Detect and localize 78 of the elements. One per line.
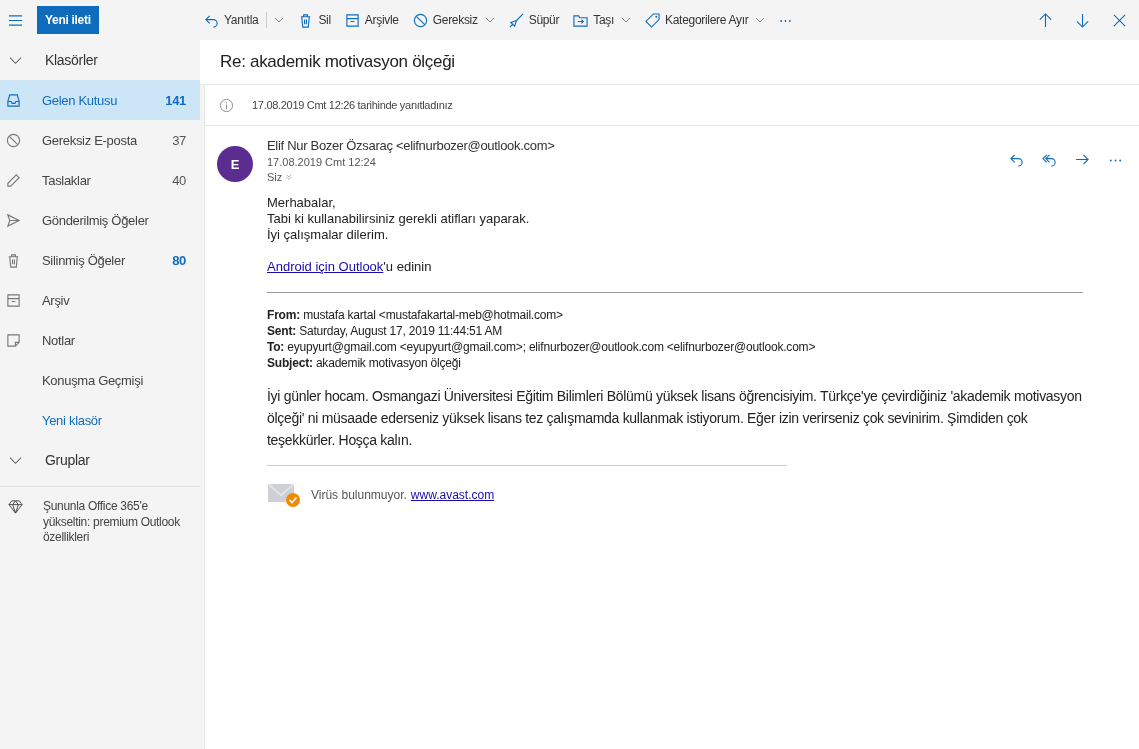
message-subject: Re: akademik motivasyon ölçeği bbox=[200, 40, 1139, 85]
diamond-icon bbox=[8, 499, 23, 514]
caret-icon[interactable] bbox=[484, 15, 495, 25]
unread-count: 141 bbox=[165, 92, 186, 108]
section-header[interactable]: Klasörler bbox=[45, 52, 98, 68]
caret-icon[interactable] bbox=[755, 15, 766, 25]
forward-icon[interactable] bbox=[1075, 152, 1090, 167]
send-icon bbox=[6, 212, 21, 228]
toolbar-button[interactable]: Gereksiz bbox=[412, 12, 495, 28]
body-line: Tabi ki kullanabilirsiniz gerekli atifları yaparak. bbox=[267, 211, 531, 227]
header-line: Subject: akademik motivasyon ölçeği bbox=[267, 355, 462, 371]
toolbar-button[interactable]: Yanıtla bbox=[204, 12, 285, 28]
folder-name: Notlar bbox=[42, 332, 76, 348]
sender-avatar: E bbox=[217, 146, 253, 182]
block-icon bbox=[6, 132, 21, 148]
menu-icon[interactable] bbox=[8, 12, 23, 28]
new-folder-link[interactable]: Yeni klasör bbox=[42, 412, 102, 428]
folder-name: Gelen Kutusu bbox=[42, 92, 119, 108]
trash-icon bbox=[6, 252, 21, 268]
upgrade-text[interactable]: Şununla Office 365'e yükseltin: premium Outlook özellikleri bbox=[43, 499, 192, 546]
down-arrow-icon[interactable] bbox=[1075, 12, 1090, 28]
pencil-icon bbox=[6, 172, 21, 188]
note-icon bbox=[6, 332, 21, 348]
virus-note: Virüs bulunmuyor. bbox=[311, 487, 407, 503]
header-line: Sent: Saturday, August 17, 2019 11:44:51 AM bbox=[267, 323, 504, 339]
section-header[interactable]: Gruplar bbox=[45, 452, 90, 468]
envelope-check-icon bbox=[267, 482, 301, 508]
recipient-label: Siz bbox=[267, 171, 283, 183]
folder-item[interactable]: Gönderilmiş Öğeler bbox=[0, 200, 200, 240]
caret-icon[interactable] bbox=[274, 15, 285, 25]
folder-name: Silinmiş Öğeler bbox=[42, 252, 126, 268]
toolbar-button[interactable]: Taşı bbox=[573, 12, 631, 28]
header-line: From: mustafa kartal <mustafakartal-meb@hotmail.com> bbox=[267, 307, 564, 323]
inbox-icon bbox=[6, 92, 21, 108]
folder-name: Taslaklar bbox=[42, 172, 92, 188]
message-date: 17.08.2019 Cmt 12:24 bbox=[267, 156, 377, 168]
toolbar-button[interactable]: Arşivle bbox=[344, 12, 399, 28]
unread-count: 40 bbox=[172, 172, 186, 188]
unread-count: 37 bbox=[172, 132, 186, 148]
folder-name: Konuşma Geçmişi bbox=[42, 372, 144, 388]
outlook-link[interactable]: Android için Outlook bbox=[267, 259, 384, 274]
folder-arrow-icon bbox=[573, 12, 589, 28]
archive-icon bbox=[6, 292, 21, 308]
broom-icon bbox=[508, 12, 524, 28]
folder-item[interactable]: Konuşma Geçmişi bbox=[0, 360, 200, 400]
tag-icon bbox=[645, 12, 660, 28]
quoted-message: İyi günler hocam. Osmangazi Üniversitesi Eğitim Bilimleri Bölümü yüksek lisans öğrencisiyim. Türkçe'ye çevirdiğiniz 'akademik motivasyon ölçeği' ni müsaade ederseniz yüksek lisans tez çalışmamda kullanmak istiyorum. Eğer izin verirseniz çok sevinirim. Şimdiden çok teşekkürler. Hoşça kalın. bbox=[267, 387, 1083, 450]
folder-item[interactable]: Silinmiş Öğeler 80 bbox=[0, 240, 200, 280]
sender-name: Elif Nur Bozer Özsaraç <elifnurbozer@outlook.com> bbox=[267, 138, 556, 153]
archive-icon bbox=[344, 12, 360, 28]
toolbar-button[interactable]: Kategorilere Ayır bbox=[645, 12, 766, 28]
avast-link[interactable]: www.avast.com bbox=[410, 487, 495, 503]
folder-name: Gönderilmiş Öğeler bbox=[42, 212, 150, 228]
new-message-button[interactable]: Yeni ileti bbox=[37, 6, 99, 34]
up-arrow-icon[interactable] bbox=[1038, 12, 1053, 28]
close-icon[interactable] bbox=[1112, 12, 1127, 28]
more-button[interactable]: ⋯ bbox=[779, 12, 793, 28]
folder-item[interactable]: Notlar bbox=[0, 320, 200, 360]
toolbar-button[interactable]: Süpür bbox=[508, 12, 560, 28]
caret-icon[interactable] bbox=[621, 15, 631, 25]
unread-count: 80 bbox=[172, 252, 186, 268]
info-icon bbox=[219, 97, 234, 113]
toolbar-button[interactable]: Sil bbox=[298, 12, 331, 28]
block-icon bbox=[412, 12, 428, 28]
reply-info: 17.08.2019 Cmt 12:26 tarihinde yanıtladınız bbox=[252, 99, 453, 111]
reply-all-icon[interactable] bbox=[1042, 152, 1057, 167]
reply-icon[interactable] bbox=[1009, 152, 1024, 167]
folder-item[interactable]: Arşiv bbox=[0, 280, 200, 320]
folder-name: Arşiv bbox=[42, 292, 71, 308]
folder-item[interactable]: Gelen Kutusu 141 bbox=[0, 80, 200, 120]
header-line: To: eyupyurt@gmail.com <eyupyurt@gmail.com>; elifnurbozer@outlook.com <elifnurbozer@outlook.com> bbox=[267, 339, 817, 355]
expand-icon[interactable] bbox=[285, 173, 294, 181]
folder-item[interactable]: Taslaklar 40 bbox=[0, 160, 200, 200]
folder-item[interactable]: Gereksiz E-posta 37 bbox=[0, 120, 200, 160]
body-line: Merhabalar, bbox=[267, 195, 337, 211]
folder-name: Gereksiz E-posta bbox=[42, 132, 138, 148]
body-line: İyi çalışmalar dilerim. bbox=[267, 227, 390, 243]
link-suffix: 'u edinin bbox=[383, 259, 432, 274]
